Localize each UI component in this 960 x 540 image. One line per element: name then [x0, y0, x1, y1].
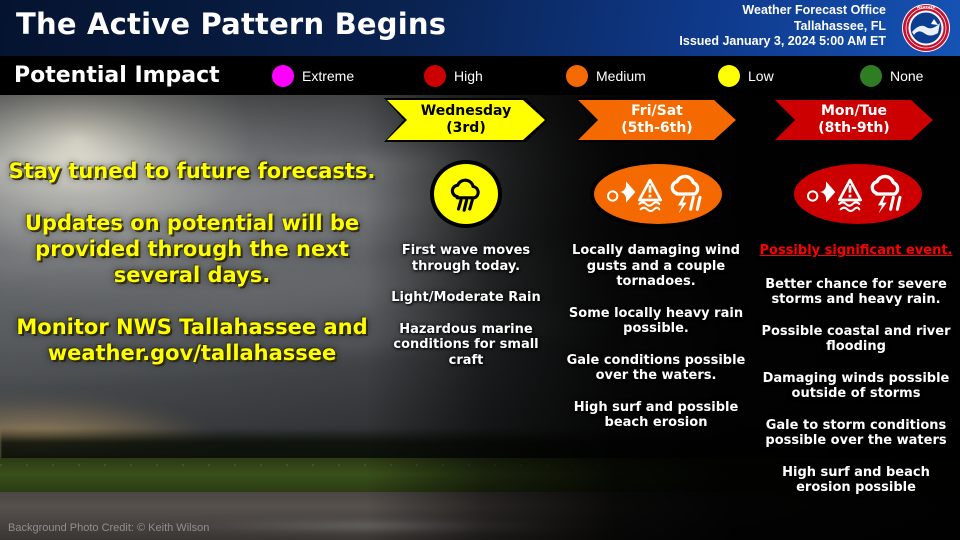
forecast-column-montue: Possibly significant event. Better chanc…	[756, 243, 956, 512]
coastal-flood-icon	[838, 178, 862, 212]
hazard-icon-set	[606, 174, 702, 214]
legend-label: None	[890, 68, 924, 84]
forecast-bullet: Light/Moderate Rain	[391, 290, 541, 305]
forecast-bullet: Possible coastal and river flooding	[761, 323, 951, 355]
significant-event-alert: Possibly significant event.	[759, 243, 953, 258]
circle-icon	[424, 65, 446, 87]
forecast-bullet: Damaging winds possible outside of storm…	[762, 370, 950, 402]
day-banner-label-line2: (5th-6th)	[621, 120, 693, 136]
office-info: Weather Forecast Office Tallahassee, FL …	[679, 3, 886, 50]
forecast-bullet: Locally damaging wind gusts and a couple…	[572, 243, 740, 289]
legend-label: Extreme	[302, 68, 355, 84]
forecast-bullet: First wave moves through today.	[401, 243, 531, 274]
circle-icon	[860, 65, 882, 87]
legend-bar: Potential Impact Extreme High Medium Low…	[0, 56, 960, 95]
circle-icon	[272, 65, 294, 87]
legend-label: Low	[748, 68, 774, 84]
circle-icon	[566, 65, 588, 87]
thunderstorm-icon	[870, 174, 902, 214]
legend-item-extreme: Extreme	[272, 65, 354, 87]
forecast-bullet: Some locally heavy rain possible.	[568, 305, 744, 337]
legend-item-medium: Medium	[566, 65, 646, 87]
left-message-line: Monitor NWS Tallahassee and weather.gov/…	[16, 315, 368, 365]
forecast-bullet: High surf and possible beach erosion	[573, 399, 739, 431]
left-message-line: Stay tuned to future forecasts.	[8, 159, 376, 183]
forecast-column-frisat: Locally damaging wind gusts and a couple…	[560, 243, 752, 447]
office-name: Weather Forecast Office	[742, 3, 886, 17]
thunderstorm-icon	[670, 174, 702, 214]
impact-icon-group-frisat	[588, 158, 728, 230]
circle-icon	[718, 65, 740, 87]
legend-label: High	[454, 68, 483, 84]
rain-cloud-icon	[450, 178, 480, 212]
day-banner-frisat[interactable]: Fri/Sat (5th-6th)	[578, 100, 736, 140]
nws-logo-icon: WEATHER	[902, 4, 950, 52]
day-banner-montue[interactable]: Mon/Tue (8th-9th)	[775, 100, 933, 140]
day-banner-label-line1: Fri/Sat	[631, 103, 683, 119]
hazard-icon-set	[806, 174, 902, 214]
day-banner-label-line2: (8th-9th)	[818, 120, 890, 136]
left-message-panel: Stay tuned to future forecasts. Updates …	[8, 158, 376, 392]
legend-label: Medium	[596, 68, 646, 84]
legend-title: Potential Impact	[14, 63, 220, 88]
forecast-bullet: Gale to storm conditions possible over t…	[765, 417, 947, 449]
office-location: Tallahassee, FL	[793, 18, 886, 33]
legend-item-none: None	[860, 65, 923, 87]
wind-icon	[606, 181, 636, 203]
forecast-bullet: Better chance for severe storms and heav…	[765, 276, 947, 308]
impact-icon-badge	[590, 160, 726, 228]
forecast-bullet: Hazardous marine conditions for small cr…	[393, 321, 539, 368]
impact-icon-group-wednesday	[428, 158, 504, 230]
coastal-flood-icon	[638, 178, 662, 212]
photo-credit: Background Photo Credit: © Keith Wilson	[8, 522, 210, 534]
svg-text:WEATHER: WEATHER	[916, 6, 935, 10]
forecast-column-wednesday: First wave moves through today. Light/Mo…	[382, 243, 550, 384]
issued-timestamp: Issued January 3, 2024 5:00 AM ET	[679, 34, 886, 48]
infographic-canvas: The Active Pattern Begins Weather Foreca…	[0, 0, 960, 540]
wind-icon	[806, 181, 836, 203]
forecast-bullet: High surf and beach erosion possible	[782, 464, 930, 496]
legend-item-low: Low	[718, 65, 774, 87]
day-banner-label-line2: (3rd)	[446, 120, 486, 136]
impact-icon-group-montue	[788, 158, 928, 230]
day-banner-label-line1: Wednesday	[420, 103, 512, 119]
impact-icon-badge	[790, 160, 926, 228]
day-banner-label-line1: Mon/Tue	[820, 103, 888, 119]
day-banner-wednesday[interactable]: Wednesday (3rd)	[387, 100, 545, 140]
left-message-line: Updates on potential will be provided th…	[24, 211, 360, 287]
title-bar: The Active Pattern Begins Weather Foreca…	[0, 0, 960, 56]
forecast-bullet: Gale conditions possible over the waters…	[566, 352, 746, 384]
legend-item-high: High	[424, 65, 483, 87]
page-title: The Active Pattern Begins	[16, 7, 447, 41]
impact-icon-badge	[430, 160, 502, 228]
